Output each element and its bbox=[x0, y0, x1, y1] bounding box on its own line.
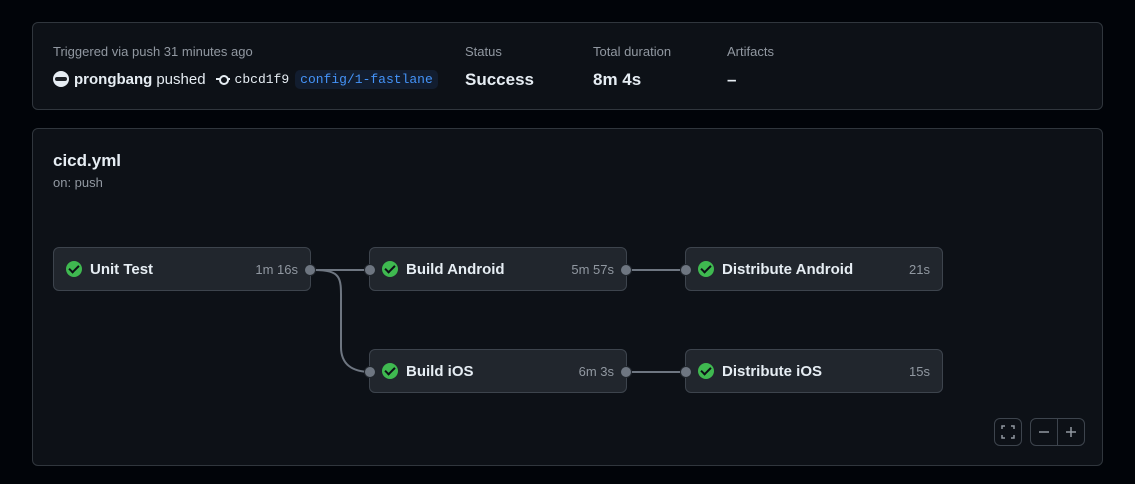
job-name: Distribute Android bbox=[722, 260, 854, 278]
output-port bbox=[304, 264, 316, 276]
job-card-build-ios[interactable]: Build iOS 6m 3s bbox=[364, 349, 632, 393]
trigger-details: prongbang pushed cbcd1f9 config/1-fastla… bbox=[53, 67, 438, 91]
zoom-out-button[interactable] bbox=[1031, 419, 1057, 445]
artifacts-value: – bbox=[727, 70, 737, 89]
output-port bbox=[620, 366, 632, 378]
duration-label: Total duration bbox=[593, 44, 672, 59]
avatar[interactable] bbox=[53, 71, 69, 87]
zoom-controls bbox=[1030, 418, 1085, 446]
workflow-file-name[interactable]: cicd.yml bbox=[53, 151, 121, 171]
job-card-distribute-ios[interactable]: Distribute iOS 15s bbox=[680, 349, 943, 393]
success-check-icon bbox=[382, 363, 398, 379]
branch-label[interactable]: config/1-fastlane bbox=[295, 69, 438, 89]
connector-unit-test-to-build-ios bbox=[313, 269, 372, 373]
input-port bbox=[364, 366, 376, 378]
trigger-column: Triggered via push 31 minutes ago bbox=[53, 44, 253, 60]
job-name: Build Android bbox=[406, 260, 505, 278]
success-check-icon bbox=[382, 261, 398, 277]
job-duration: 5m 57s bbox=[571, 261, 614, 277]
git-commit-icon bbox=[215, 72, 230, 86]
action-text: pushed bbox=[156, 70, 206, 88]
duration-value: 8m 4s bbox=[593, 70, 642, 89]
trigger-text: Triggered via push 31 minutes ago bbox=[53, 44, 253, 59]
job-card-unit-test[interactable]: Unit Test 1m 16s bbox=[53, 247, 316, 291]
actor-link[interactable]: prongbang bbox=[74, 71, 152, 88]
minus-icon bbox=[1039, 431, 1049, 433]
job-connectors bbox=[313, 269, 687, 373]
job-duration: 15s bbox=[909, 363, 930, 379]
workflow-run-page: Triggered via push 31 minutes ago prongb… bbox=[0, 0, 1135, 484]
status-column: Status Success bbox=[465, 44, 534, 90]
workflow-trigger: on: push bbox=[53, 175, 103, 190]
input-port bbox=[680, 366, 692, 378]
job-card-distribute-android[interactable]: Distribute Android 21s bbox=[680, 247, 943, 291]
success-check-icon bbox=[66, 261, 82, 277]
fullscreen-icon bbox=[1001, 425, 1015, 439]
plus-icon bbox=[1066, 427, 1076, 437]
job-name: Distribute iOS bbox=[722, 362, 823, 380]
job-duration: 1m 16s bbox=[255, 261, 298, 277]
status-value: Success bbox=[465, 70, 534, 89]
output-port bbox=[620, 264, 632, 276]
fullscreen-button[interactable] bbox=[994, 418, 1022, 446]
job-name: Build iOS bbox=[406, 362, 474, 380]
job-duration: 6m 3s bbox=[578, 363, 614, 379]
input-port bbox=[364, 264, 376, 276]
job-name: Unit Test bbox=[90, 260, 154, 278]
commit-sha-link[interactable]: cbcd1f9 bbox=[235, 72, 290, 87]
artifacts-label: Artifacts bbox=[727, 44, 774, 59]
success-check-icon bbox=[698, 261, 714, 277]
workflow-graph-card: cicd.yml on: push Unit Test 1m 16s Build… bbox=[32, 128, 1103, 466]
duration-column: Total duration 8m 4s bbox=[593, 44, 671, 90]
success-check-icon bbox=[698, 363, 714, 379]
zoom-in-button[interactable] bbox=[1057, 419, 1084, 445]
job-duration: 21s bbox=[909, 261, 930, 277]
input-port bbox=[680, 264, 692, 276]
artifacts-column: Artifacts – bbox=[727, 44, 774, 90]
status-label: Status bbox=[465, 44, 502, 59]
run-summary-card: Triggered via push 31 minutes ago prongb… bbox=[32, 22, 1103, 110]
job-card-build-android[interactable]: Build Android 5m 57s bbox=[364, 247, 632, 291]
